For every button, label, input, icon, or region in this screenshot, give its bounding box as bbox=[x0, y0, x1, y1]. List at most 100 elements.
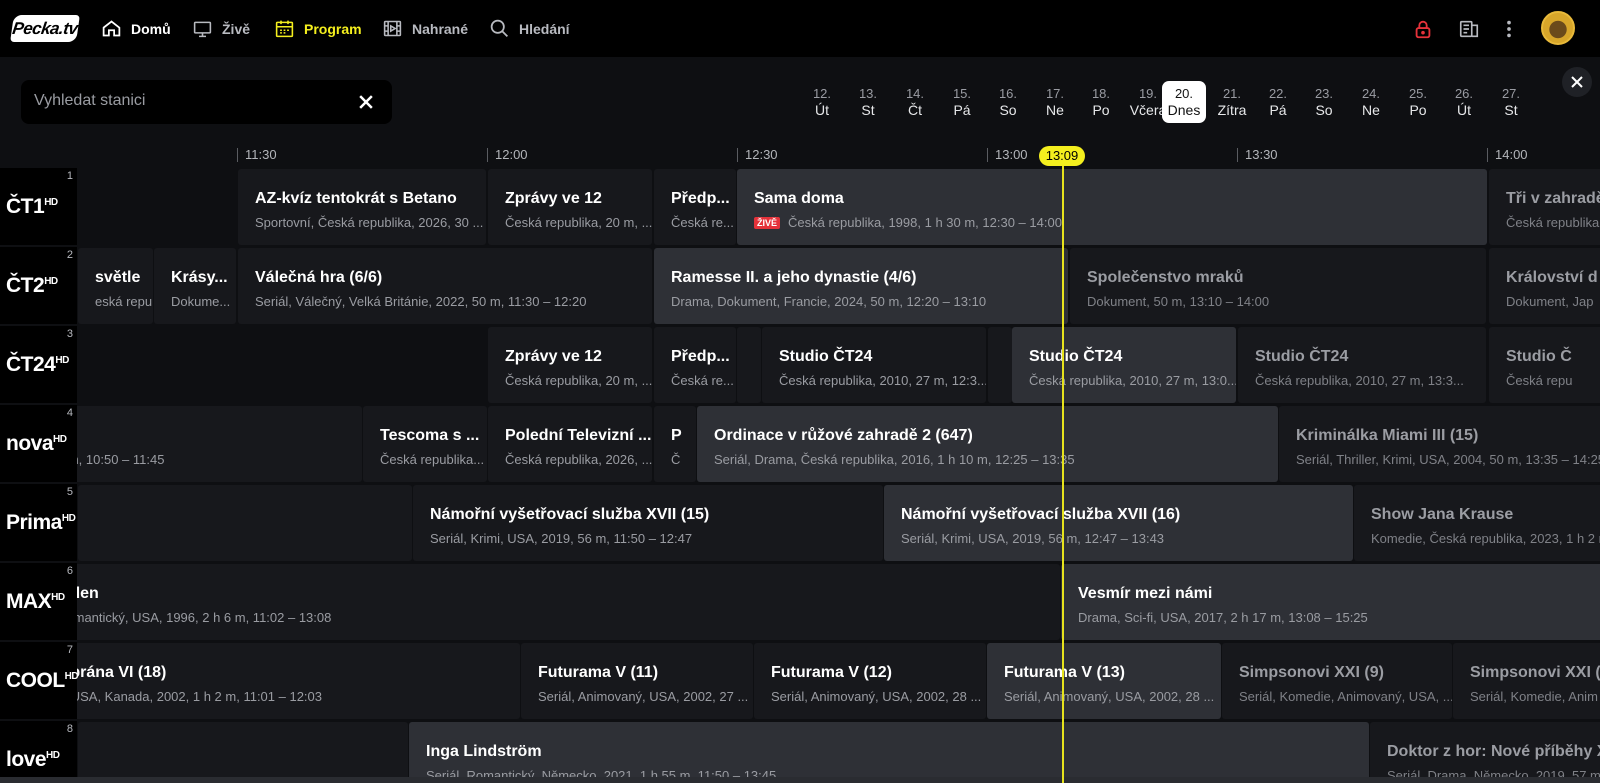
program-tile[interactable]: Studio ČT24 Česká republika, 2010, 27 m, … bbox=[1012, 327, 1236, 403]
day-15[interactable]: 15. Pá bbox=[940, 81, 984, 123]
program-tile[interactable]: Tři v zahradě Česká republika bbox=[1489, 169, 1600, 245]
channel-logo-cell[interactable]: 7 COOLHD bbox=[0, 642, 79, 719]
program-tile[interactable]: Inga Lindström Seriál, Romantický, Německ… bbox=[409, 722, 1369, 783]
program-tile[interactable]: Společenstvo mraků Dokument, 50 m, 13:10 … bbox=[1070, 248, 1486, 324]
day-13[interactable]: 13. St bbox=[846, 81, 890, 123]
recordings-icon bbox=[383, 20, 402, 37]
program-tile[interactable]: Show Jana Krause Komedie, Česká republika… bbox=[1354, 485, 1600, 561]
pecka-logo[interactable]: Pecka.tv bbox=[10, 15, 80, 42]
day-24[interactable]: 24. Ne bbox=[1349, 81, 1393, 123]
day-27[interactable]: 27. St bbox=[1489, 81, 1533, 123]
program-tile[interactable] bbox=[988, 327, 1012, 403]
lock-icon[interactable] bbox=[1412, 18, 1434, 40]
program-tile[interactable]: Tescoma s ... Česká republika... bbox=[363, 406, 487, 482]
program-tile[interactable]: Studio ČT24 Česká republika, 2010, 27 m, … bbox=[762, 327, 986, 403]
program-tile[interactable]: á brána VI (18) fi, USA, Kanada, 2002, 1 … bbox=[40, 643, 520, 719]
program-tile[interactable]: Sama doma ŽIVĚ Česká republika, 1998, 1 h … bbox=[737, 169, 1487, 245]
clear-search-icon[interactable] bbox=[356, 92, 376, 112]
day-25[interactable]: 25. Po bbox=[1396, 81, 1440, 123]
program-title: Ordinace v růžové zahradě 2 (647) bbox=[714, 427, 973, 444]
program-title: Zprávy ve 12 bbox=[505, 190, 602, 207]
time-tick: 13:30 bbox=[1237, 148, 1278, 162]
day-18[interactable]: 18. Po bbox=[1079, 81, 1123, 123]
channel-logo: ČT24HD bbox=[6, 353, 69, 377]
program-tile[interactable]: Zprávy ve 12 Česká republika, 20 m, ... bbox=[488, 169, 652, 245]
program-tile[interactable]: 5 m, 10:50 – 11:45 bbox=[40, 406, 362, 482]
day-16[interactable]: 16. So bbox=[986, 81, 1030, 123]
channel-logo-cell[interactable]: 5 PrimaHD bbox=[0, 484, 77, 561]
avatar[interactable] bbox=[1541, 11, 1575, 45]
program-tile[interactable]: Polední Televizní ... Česká republika, 20… bbox=[488, 406, 652, 482]
search-icon bbox=[490, 19, 508, 37]
channel-logo-cell[interactable]: 1 ČT1HD bbox=[0, 168, 77, 245]
program-tile[interactable]: světle eská repu... bbox=[78, 248, 153, 324]
program-tile[interactable]: Studio Č Česká repu bbox=[1489, 327, 1600, 403]
program-tile[interactable]: Futurama V (12) Seriál, Animovaný, USA, 2… bbox=[754, 643, 986, 719]
program-title: Futurama V (13) bbox=[1004, 664, 1125, 681]
channel-number: 8 bbox=[66, 723, 73, 735]
program-tile[interactable]: Futurama V (13) Seriál, Animovaný, USA, 2… bbox=[987, 643, 1221, 719]
program-tile[interactable]: Simpsonovi XXI (Seriál, Komedie, Anim bbox=[1453, 643, 1600, 719]
program-tile[interactable]: Předp... Česká re... bbox=[654, 327, 736, 403]
program-tile[interactable] bbox=[78, 485, 412, 561]
program-details: Č bbox=[671, 452, 681, 467]
nav-program[interactable]: Program bbox=[274, 0, 362, 57]
program-tile[interactable]: Krásy... Dokume... bbox=[154, 248, 236, 324]
channel-logo-cell[interactable]: 3 ČT24HD bbox=[0, 326, 77, 403]
program-tile[interactable]: Simpsonovi XXI (9) Seriál, Komedie, Animo… bbox=[1222, 643, 1452, 719]
program-tile[interactable]: Kriminálka Miami III (15) Seriál, Thrille… bbox=[1279, 406, 1600, 482]
program-tile[interactable] bbox=[737, 327, 761, 403]
day-23[interactable]: 23. So bbox=[1302, 81, 1346, 123]
program-tile[interactable]: ý den Romantický, USA, 1996, 2 h 6 m, 11:… bbox=[40, 564, 1060, 640]
channel-logo-cell[interactable]: 2 ČT2HD bbox=[0, 247, 77, 324]
devices-icon[interactable] bbox=[1458, 18, 1480, 40]
program-details: Komedie, Česká republika, 2023, 1 h 2 m bbox=[1371, 531, 1600, 546]
day-22[interactable]: 22. Pá bbox=[1256, 81, 1300, 123]
program-details: Romantický, USA, 1996, 2 h 6 m, 11:02 – … bbox=[57, 610, 332, 625]
program-details: eská repu... bbox=[95, 294, 153, 309]
channel-row: ý den Romantický, USA, 1996, 2 h 6 m, 11:… bbox=[0, 563, 1600, 640]
program-tile[interactable]: Království d Dokument, Jap bbox=[1489, 248, 1600, 324]
channel-logo-cell[interactable]: 8 loveHD bbox=[0, 721, 77, 783]
day-20[interactable]: 20. Dnes bbox=[1162, 81, 1206, 123]
program-tile[interactable]: Ordinace v růžové zahradě 2 (647) Seriál,… bbox=[697, 406, 1278, 482]
program-tile[interactable]: AZ-kvíz tentokrát s Betano Sportovní, Čes… bbox=[238, 169, 486, 245]
channel-logo-cell[interactable]: 4 novaHD bbox=[0, 405, 77, 482]
program-tile[interactable]: Zprávy ve 12 Česká republika, 20 m, ... bbox=[488, 327, 652, 403]
nav-live[interactable]: Živě bbox=[192, 0, 250, 57]
channel-logo-cell[interactable]: 6 MAXHD bbox=[0, 563, 77, 640]
day-14[interactable]: 14. Čt bbox=[893, 81, 937, 123]
program-tile[interactable]: Válečná hra (6/6) Seriál, Válečný, Velká … bbox=[238, 248, 652, 324]
day-17[interactable]: 17. Ne bbox=[1033, 81, 1077, 123]
program-tile[interactable]: Námořní vyšetřovací služba XVII (16) Seri… bbox=[884, 485, 1353, 561]
program-details: Česká republika, 2010, 27 m, 13:3... bbox=[1255, 373, 1464, 388]
day-21[interactable]: 21. Zítra bbox=[1210, 81, 1254, 123]
program-tile[interactable]: Předp... Česká re... bbox=[654, 169, 736, 245]
program-details: Seriál, Krimi, USA, 2019, 56 m, 11:50 – … bbox=[430, 531, 693, 546]
day-12[interactable]: 12. Út bbox=[800, 81, 844, 123]
nav-search[interactable]: Hledání bbox=[489, 0, 570, 57]
program-tile[interactable] bbox=[78, 722, 408, 783]
channel-logo-text: ČT24 bbox=[6, 353, 56, 376]
nav-home[interactable]: Domů bbox=[101, 0, 171, 57]
channel-logo-text: COOL bbox=[6, 669, 65, 692]
day-number: 15. bbox=[952, 86, 972, 101]
program-tile[interactable]: PČ bbox=[654, 406, 696, 482]
more-icon[interactable] bbox=[1498, 18, 1520, 40]
program-title: Inga Lindström bbox=[426, 743, 542, 760]
channel-logo-text: ČT2 bbox=[6, 274, 45, 297]
close-button[interactable] bbox=[1562, 67, 1592, 97]
nav-program-label: Program bbox=[304, 20, 362, 37]
program-tile[interactable]: Studio ČT24 Česká republika, 2010, 27 m, … bbox=[1238, 327, 1486, 403]
program-tile[interactable]: Doktor z hor: Nové příběhy X Seriál, Dram… bbox=[1370, 722, 1600, 783]
station-search-input[interactable] bbox=[34, 92, 334, 110]
nav-recordings[interactable]: Nahrané bbox=[382, 0, 468, 57]
program-tile[interactable]: Námořní vyšetřovací služba XVII (15) Seri… bbox=[413, 485, 883, 561]
bottom-strip bbox=[0, 777, 1600, 783]
day-weekday: Po bbox=[1409, 102, 1427, 118]
time-tick: 12:30 bbox=[737, 148, 778, 162]
day-26[interactable]: 26. Út bbox=[1442, 81, 1486, 123]
program-tile[interactable]: Futurama V (11) Seriál, Animovaný, USA, 2… bbox=[521, 643, 753, 719]
program-tile[interactable]: Vesmír mezi námi Drama, Sci-fi, USA, 2017… bbox=[1061, 564, 1600, 640]
program-tile[interactable]: Ramesse II. a jeho dynastie (4/6) Drama, … bbox=[654, 248, 1068, 324]
